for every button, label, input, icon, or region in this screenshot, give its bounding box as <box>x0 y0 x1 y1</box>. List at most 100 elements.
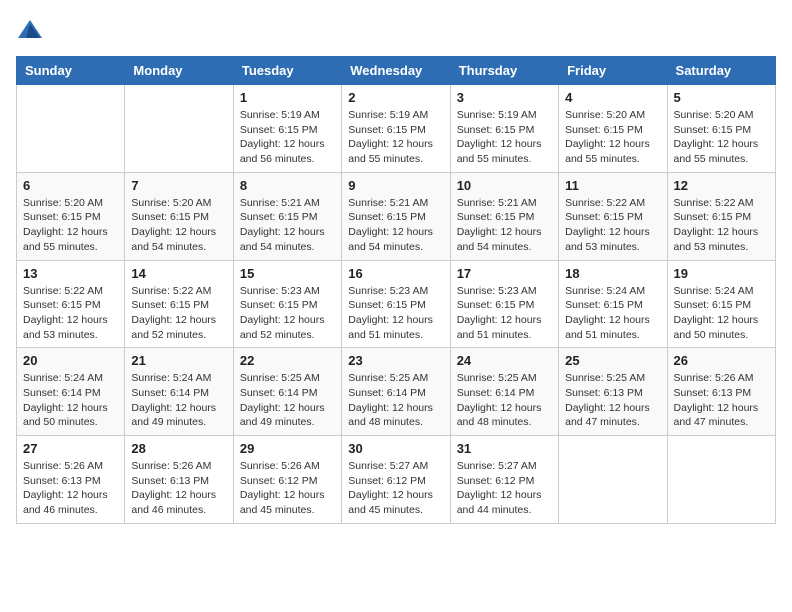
logo-icon <box>16 16 44 44</box>
calendar-cell: 14 Sunrise: 5:22 AM Sunset: 6:15 PM Dayli… <box>125 260 233 348</box>
calendar-cell: 16 Sunrise: 5:23 AM Sunset: 6:15 PM Dayli… <box>342 260 450 348</box>
day-info: Sunrise: 5:25 AM Sunset: 6:13 PM Dayligh… <box>565 371 660 430</box>
page-header <box>16 16 776 44</box>
day-info: Sunrise: 5:24 AM Sunset: 6:15 PM Dayligh… <box>565 284 660 343</box>
calendar-cell: 21Sunrise: 5:24 AM Sunset: 6:14 PM Dayli… <box>125 348 233 436</box>
day-info: Sunrise: 5:20 AM Sunset: 6:15 PM Dayligh… <box>23 196 118 255</box>
day-info: Sunrise: 5:22 AM Sunset: 6:15 PM Dayligh… <box>674 196 769 255</box>
day-number: 24 <box>457 353 552 368</box>
calendar-cell: 18 Sunrise: 5:24 AM Sunset: 6:15 PM Dayli… <box>559 260 667 348</box>
day-number: 9 <box>348 178 443 193</box>
day-info: Sunrise: 5:23 AM Sunset: 6:15 PM Dayligh… <box>348 284 443 343</box>
weekday-header-saturday: Saturday <box>667 57 775 85</box>
weekday-header-wednesday: Wednesday <box>342 57 450 85</box>
day-info: Sunrise: 5:22 AM Sunset: 6:15 PM Dayligh… <box>565 196 660 255</box>
calendar-cell: 3Sunrise: 5:19 AM Sunset: 6:15 PM Daylig… <box>450 85 558 173</box>
day-number: 19 <box>674 266 769 281</box>
day-number: 25 <box>565 353 660 368</box>
calendar-cell: 27 Sunrise: 5:26 AM Sunset: 6:13 PM Dayli… <box>17 436 125 524</box>
day-number: 10 <box>457 178 552 193</box>
calendar-week-1: 1 Sunrise: 5:19 AM Sunset: 6:15 PM Daylig… <box>17 85 776 173</box>
day-info: Sunrise: 5:20 AM Sunset: 6:15 PM Dayligh… <box>674 108 769 167</box>
day-number: 18 <box>565 266 660 281</box>
calendar-cell: 13 Sunrise: 5:22 AM Sunset: 6:15 PM Dayli… <box>17 260 125 348</box>
calendar-cell: 31 Sunrise: 5:27 AM Sunset: 6:12 PM Dayli… <box>450 436 558 524</box>
calendar-cell: 30 Sunrise: 5:27 AM Sunset: 6:12 PM Dayli… <box>342 436 450 524</box>
calendar-cell <box>667 436 775 524</box>
calendar-cell <box>559 436 667 524</box>
day-info: Sunrise: 5:26 AM Sunset: 6:13 PM Dayligh… <box>23 459 118 518</box>
day-number: 3 <box>457 90 552 105</box>
day-number: 14 <box>131 266 226 281</box>
day-info: Sunrise: 5:19 AM Sunset: 6:15 PM Dayligh… <box>240 108 335 167</box>
day-number: 26 <box>674 353 769 368</box>
day-number: 23 <box>348 353 443 368</box>
weekday-header-thursday: Thursday <box>450 57 558 85</box>
calendar-cell: 24 Sunrise: 5:25 AM Sunset: 6:14 PM Dayli… <box>450 348 558 436</box>
calendar-cell: 22 Sunrise: 5:25 AM Sunset: 6:14 PM Dayli… <box>233 348 341 436</box>
day-info: Sunrise: 5:27 AM Sunset: 6:12 PM Dayligh… <box>348 459 443 518</box>
day-number: 7 <box>131 178 226 193</box>
day-number: 31 <box>457 441 552 456</box>
day-info: Sunrise: 5:27 AM Sunset: 6:12 PM Dayligh… <box>457 459 552 518</box>
calendar-cell: 23Sunrise: 5:25 AM Sunset: 6:14 PM Dayli… <box>342 348 450 436</box>
logo <box>16 16 48 44</box>
calendar-cell: 12 Sunrise: 5:22 AM Sunset: 6:15 PM Dayli… <box>667 172 775 260</box>
day-number: 11 <box>565 178 660 193</box>
calendar-week-2: 6Sunrise: 5:20 AM Sunset: 6:15 PM Daylig… <box>17 172 776 260</box>
day-info: Sunrise: 5:22 AM Sunset: 6:15 PM Dayligh… <box>23 284 118 343</box>
day-info: Sunrise: 5:26 AM Sunset: 6:13 PM Dayligh… <box>674 371 769 430</box>
day-info: Sunrise: 5:26 AM Sunset: 6:13 PM Dayligh… <box>131 459 226 518</box>
calendar-cell <box>17 85 125 173</box>
day-info: Sunrise: 5:24 AM Sunset: 6:15 PM Dayligh… <box>674 284 769 343</box>
day-info: Sunrise: 5:25 AM Sunset: 6:14 PM Dayligh… <box>457 371 552 430</box>
day-number: 1 <box>240 90 335 105</box>
day-info: Sunrise: 5:21 AM Sunset: 6:15 PM Dayligh… <box>457 196 552 255</box>
day-info: Sunrise: 5:25 AM Sunset: 6:14 PM Dayligh… <box>240 371 335 430</box>
calendar-week-5: 27 Sunrise: 5:26 AM Sunset: 6:13 PM Dayli… <box>17 436 776 524</box>
calendar-cell: 15Sunrise: 5:23 AM Sunset: 6:15 PM Dayli… <box>233 260 341 348</box>
day-info: Sunrise: 5:19 AM Sunset: 6:15 PM Dayligh… <box>348 108 443 167</box>
calendar-cell: 2 Sunrise: 5:19 AM Sunset: 6:15 PM Daylig… <box>342 85 450 173</box>
weekday-header-tuesday: Tuesday <box>233 57 341 85</box>
day-number: 13 <box>23 266 118 281</box>
day-info: Sunrise: 5:21 AM Sunset: 6:15 PM Dayligh… <box>348 196 443 255</box>
calendar-table: SundayMondayTuesdayWednesdayThursdayFrid… <box>16 56 776 524</box>
calendar-cell: 5 Sunrise: 5:20 AM Sunset: 6:15 PM Daylig… <box>667 85 775 173</box>
day-number: 4 <box>565 90 660 105</box>
calendar-cell: 28Sunrise: 5:26 AM Sunset: 6:13 PM Dayli… <box>125 436 233 524</box>
day-number: 17 <box>457 266 552 281</box>
calendar-cell <box>125 85 233 173</box>
calendar-week-4: 20 Sunrise: 5:24 AM Sunset: 6:14 PM Dayli… <box>17 348 776 436</box>
day-info: Sunrise: 5:24 AM Sunset: 6:14 PM Dayligh… <box>131 371 226 430</box>
day-info: Sunrise: 5:22 AM Sunset: 6:15 PM Dayligh… <box>131 284 226 343</box>
day-info: Sunrise: 5:21 AM Sunset: 6:15 PM Dayligh… <box>240 196 335 255</box>
calendar-cell: 4 Sunrise: 5:20 AM Sunset: 6:15 PM Daylig… <box>559 85 667 173</box>
day-info: Sunrise: 5:20 AM Sunset: 6:15 PM Dayligh… <box>565 108 660 167</box>
calendar-cell: 1 Sunrise: 5:19 AM Sunset: 6:15 PM Daylig… <box>233 85 341 173</box>
calendar-cell: 10 Sunrise: 5:21 AM Sunset: 6:15 PM Dayli… <box>450 172 558 260</box>
calendar-cell: 7 Sunrise: 5:20 AM Sunset: 6:15 PM Daylig… <box>125 172 233 260</box>
day-info: Sunrise: 5:20 AM Sunset: 6:15 PM Dayligh… <box>131 196 226 255</box>
day-number: 12 <box>674 178 769 193</box>
calendar-cell: 25 Sunrise: 5:25 AM Sunset: 6:13 PM Dayli… <box>559 348 667 436</box>
calendar-cell: 8 Sunrise: 5:21 AM Sunset: 6:15 PM Daylig… <box>233 172 341 260</box>
day-info: Sunrise: 5:23 AM Sunset: 6:15 PM Dayligh… <box>457 284 552 343</box>
calendar-week-3: 13 Sunrise: 5:22 AM Sunset: 6:15 PM Dayli… <box>17 260 776 348</box>
calendar-cell: 26 Sunrise: 5:26 AM Sunset: 6:13 PM Dayli… <box>667 348 775 436</box>
weekday-header-monday: Monday <box>125 57 233 85</box>
calendar-cell: 11 Sunrise: 5:22 AM Sunset: 6:15 PM Dayli… <box>559 172 667 260</box>
day-number: 16 <box>348 266 443 281</box>
weekday-header-sunday: Sunday <box>17 57 125 85</box>
day-number: 8 <box>240 178 335 193</box>
day-number: 5 <box>674 90 769 105</box>
calendar-cell: 29Sunrise: 5:26 AM Sunset: 6:12 PM Dayli… <box>233 436 341 524</box>
day-number: 27 <box>23 441 118 456</box>
day-number: 2 <box>348 90 443 105</box>
day-number: 30 <box>348 441 443 456</box>
calendar-cell: 17 Sunrise: 5:23 AM Sunset: 6:15 PM Dayli… <box>450 260 558 348</box>
calendar-cell: 19 Sunrise: 5:24 AM Sunset: 6:15 PM Dayli… <box>667 260 775 348</box>
day-number: 20 <box>23 353 118 368</box>
day-number: 15 <box>240 266 335 281</box>
day-number: 22 <box>240 353 335 368</box>
